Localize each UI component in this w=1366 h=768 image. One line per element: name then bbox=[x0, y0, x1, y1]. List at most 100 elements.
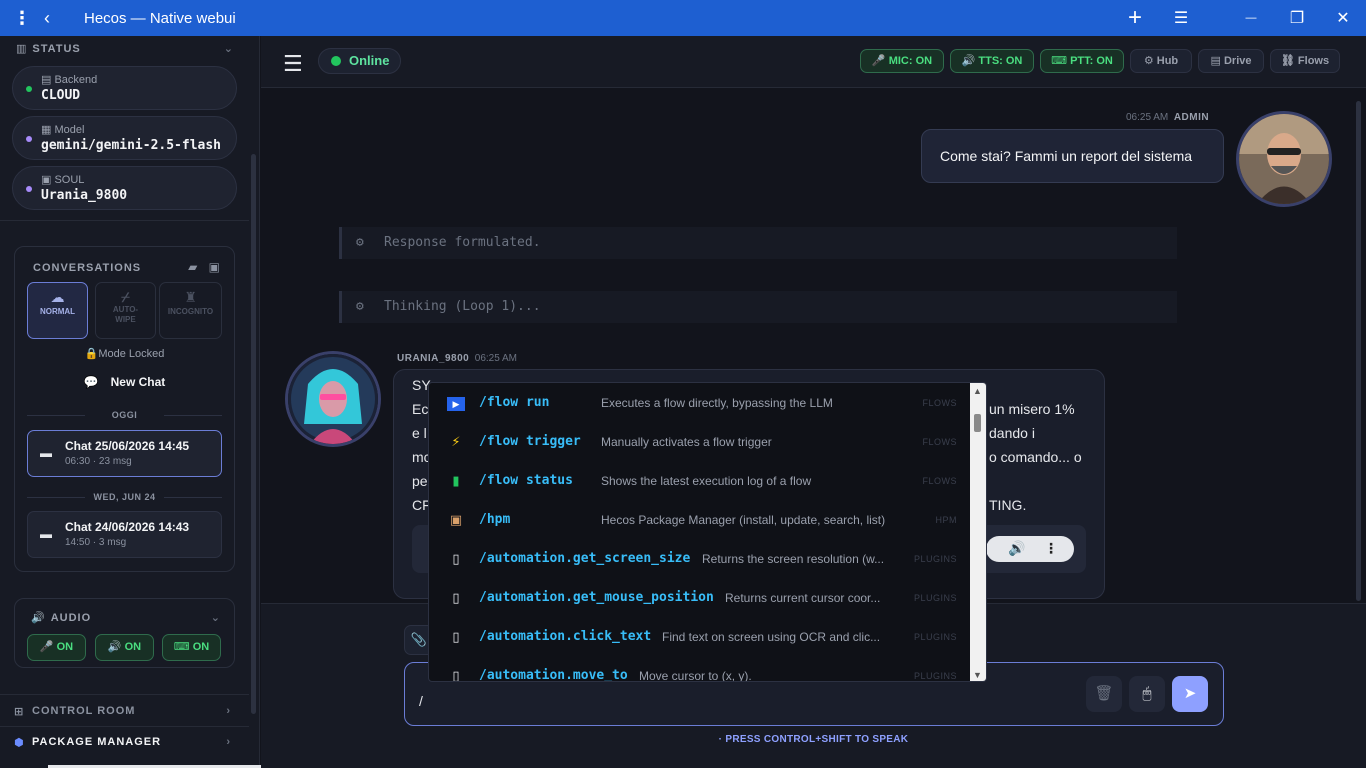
scroll-up-icon[interactable]: ▲ bbox=[973, 386, 982, 396]
command-description: Shows the latest execution log of a flow bbox=[601, 474, 812, 488]
nav-control-room-label: CONTROL ROOM bbox=[32, 705, 136, 717]
tts-toggle-button[interactable]: 🔊 ON bbox=[95, 634, 154, 661]
gear-icon: ⚙ bbox=[356, 235, 364, 250]
title-bar: ⋮ ‹ Hecos — Native webui + ☰ — ❐ ✕ bbox=[0, 0, 1366, 36]
conversations-panel: CONVERSATIONS ▰ ▣ ☁ NORMAL ⌿ AUTO-WIPE ♜… bbox=[14, 246, 235, 572]
backend-value: CLOUD bbox=[41, 88, 81, 103]
gear-icon: ⚙ bbox=[1143, 55, 1154, 67]
play-icon: ▶ bbox=[447, 397, 465, 411]
ptt-status-label: PTT: ON bbox=[1070, 55, 1113, 67]
chip-icon: ▦ bbox=[41, 124, 55, 136]
chat-list-item[interactable]: ▬ Chat 25/06/2026 14:45 06:30 · 23 msg bbox=[27, 430, 222, 477]
user-message-meta: 06:25 AM ADMIN bbox=[1126, 112, 1209, 123]
command-group: FLOWS bbox=[922, 398, 957, 408]
mode-auto-wipe-label: AUTO-WIPE bbox=[112, 305, 139, 324]
keyboard-icon: ⌨ bbox=[173, 641, 193, 653]
mic-toggle-label: ON bbox=[56, 641, 74, 653]
volume-icon[interactable]: 🔊 bbox=[1008, 540, 1025, 557]
bot-message-line: o comando... o bbox=[989, 449, 1082, 465]
audio-player-controls[interactable]: 🔊 ⋮ bbox=[986, 536, 1074, 562]
archive-icon[interactable]: ▣ bbox=[209, 260, 220, 274]
log-line: ⚙ Thinking (Loop 1)... bbox=[339, 291, 1177, 323]
ptt-toggle-button[interactable]: ⌨ ON bbox=[162, 634, 221, 661]
mode-locked-label: Mode Locked bbox=[98, 348, 165, 360]
mic-status-button[interactable]: 🎤 MIC: ON bbox=[860, 49, 944, 73]
mic-status-label: MIC: ON bbox=[888, 55, 933, 67]
chat-title: Chat 25/06/2026 14:45 bbox=[65, 439, 190, 453]
sidebar-scrollbar[interactable] bbox=[251, 154, 256, 714]
scroll-down-icon[interactable]: ▼ bbox=[973, 670, 982, 680]
log-text: Response formulated. bbox=[384, 235, 541, 250]
lightning-icon: ⚡ bbox=[451, 434, 461, 449]
add-icon[interactable]: + bbox=[1112, 4, 1158, 32]
chart-bars-icon: ▥ bbox=[16, 43, 28, 55]
hamburger-menu-icon[interactable]: ☰ bbox=[283, 51, 303, 77]
back-arrow-icon[interactable]: ‹ bbox=[44, 8, 70, 29]
command-menu-item[interactable]: ▮ /flow status Shows the latest executio… bbox=[429, 461, 971, 500]
log-text: Thinking (Loop 1)... bbox=[384, 299, 541, 314]
list-menu-icon[interactable]: ☰ bbox=[1158, 8, 1204, 28]
minimize-icon[interactable]: — bbox=[1228, 12, 1274, 24]
command-menu-item[interactable]: ⚡ /flow trigger Manually activates a flo… bbox=[429, 422, 971, 461]
command-menu-item[interactable]: ▣ /hpm Hecos Package Manager (install, u… bbox=[429, 500, 971, 539]
mode-auto-wipe-button[interactable]: ⌿ AUTO-WIPE bbox=[95, 282, 156, 339]
send-button[interactable]: ➤ bbox=[1172, 676, 1208, 712]
mouse-icon: ▯ bbox=[452, 590, 460, 605]
new-chat-label: New Chat bbox=[110, 375, 166, 389]
mode-normal-button[interactable]: ☁ NORMAL bbox=[27, 282, 88, 339]
log-line: ⚙ Response formulated. bbox=[339, 227, 1177, 259]
ptt-status-button[interactable]: ⌨ PTT: ON bbox=[1040, 49, 1124, 73]
command-group: HPM bbox=[935, 515, 957, 525]
scroll-thumb[interactable] bbox=[974, 414, 981, 432]
status-section-header[interactable]: ▥ STATUS ⌄ bbox=[16, 42, 234, 56]
soul-label: SOUL bbox=[54, 174, 85, 186]
command-name: /hpm bbox=[479, 512, 511, 527]
tts-status-button[interactable]: 🔊 TTS: ON bbox=[950, 49, 1034, 73]
more-options-icon[interactable]: ⋮ bbox=[1044, 540, 1058, 557]
chevron-right-icon: › bbox=[226, 736, 231, 748]
command-menu-item[interactable]: ▯ /automation.get_mouse_position Returns… bbox=[429, 578, 971, 617]
chat-list-item[interactable]: ▬ Chat 24/06/2026 14:43 14:50 · 3 msg bbox=[27, 511, 222, 558]
trash-icon[interactable]: 🗑 bbox=[1086, 676, 1122, 712]
conversations-title: CONVERSATIONS bbox=[33, 262, 142, 274]
mouse-icon[interactable]: 🖱 bbox=[1129, 676, 1165, 712]
user-avatar bbox=[1236, 111, 1332, 207]
drive-label: Drive bbox=[1223, 55, 1252, 67]
backend-status: ▤ Backend CLOUD bbox=[12, 66, 237, 110]
server-icon: ▤ bbox=[41, 74, 55, 86]
mode-incognito-button[interactable]: ♜ INCOGNITO bbox=[159, 282, 222, 339]
message-input[interactable]: / bbox=[419, 693, 423, 709]
command-menu-item[interactable]: ▯ /automation.move_to Move cursor to (x,… bbox=[429, 656, 971, 682]
command-name: /automation.move_to bbox=[479, 668, 628, 682]
command-menu: ▶ /flow run Executes a flow directly, by… bbox=[428, 382, 987, 682]
chat-scrollbar[interactable] bbox=[1356, 101, 1361, 601]
bot-message-line: un misero 1% bbox=[989, 401, 1075, 417]
mode-incognito-label: INCOGNITO bbox=[167, 307, 214, 316]
folder-icon[interactable]: ▰ bbox=[188, 260, 197, 274]
nav-control-room[interactable]: ⊞ CONTROL ROOM › bbox=[0, 696, 249, 726]
mouse-icon: ▯ bbox=[452, 668, 460, 682]
restore-icon[interactable]: ❐ bbox=[1274, 8, 1320, 28]
mic-toggle-button[interactable]: 🎤 ON bbox=[27, 634, 86, 661]
command-menu-scrollbar[interactable]: ▲ ▼ bbox=[970, 383, 986, 681]
mouse-icon: ▯ bbox=[452, 551, 460, 566]
kebab-menu-icon[interactable]: ⋮ bbox=[0, 8, 44, 29]
command-menu-item[interactable]: ▯ /automation.click_text Find text on sc… bbox=[429, 617, 971, 656]
chat-title: Chat 24/06/2026 14:43 bbox=[65, 520, 190, 534]
chat-bubble-icon: 💬 bbox=[83, 375, 99, 389]
drive-button[interactable]: ▤ Drive bbox=[1198, 49, 1264, 73]
hub-button[interactable]: ⚙ Hub bbox=[1130, 49, 1192, 73]
new-chat-button[interactable]: 💬 New Chat bbox=[15, 375, 234, 389]
chart-icon: ▮ bbox=[452, 473, 460, 488]
soul-value: Urania_9800 bbox=[41, 188, 128, 203]
command-menu-item[interactable]: ▯ /automation.get_screen_size Returns th… bbox=[429, 539, 971, 578]
speak-hint: · PRESS CONTROL+SHIFT TO SPEAK bbox=[718, 734, 909, 745]
flows-button[interactable]: ⛓ Flows bbox=[1270, 49, 1340, 73]
close-icon[interactable]: ✕ bbox=[1320, 8, 1366, 28]
command-menu-item[interactable]: ▶ /flow run Executes a flow directly, by… bbox=[429, 383, 971, 422]
command-description: Find text on screen using OCR and clic..… bbox=[662, 630, 881, 644]
model-dot bbox=[26, 136, 32, 142]
audio-section-header[interactable]: 🔊 AUDIO ⌄ bbox=[31, 611, 221, 625]
nav-package-manager[interactable]: ⬢ PACKAGE MANAGER › bbox=[0, 727, 249, 757]
ptt-toggle-label: ON bbox=[192, 641, 210, 653]
